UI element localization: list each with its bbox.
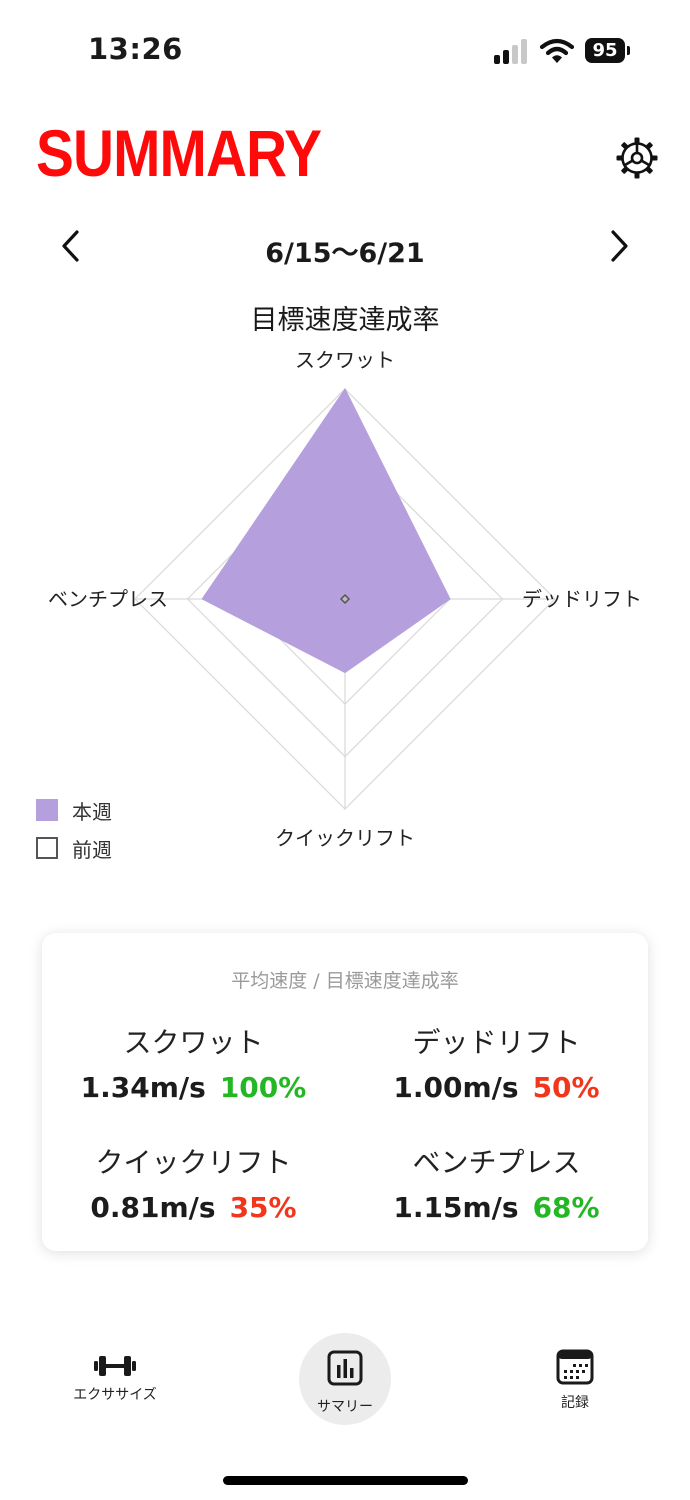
bar-chart-icon <box>327 1350 363 1386</box>
cellular-signal-icon <box>494 38 530 64</box>
stat-values: 1.15m/s 68% <box>345 1191 648 1224</box>
wifi-icon <box>540 38 574 63</box>
stat-values: 0.81m/s 35% <box>42 1191 345 1224</box>
stat-rate: 50% <box>532 1071 600 1104</box>
stat-name: スクワット <box>123 1026 264 1059</box>
battery-indicator: 95 <box>585 38 625 63</box>
stat-rate: 68% <box>532 1191 600 1224</box>
battery-tip <box>627 46 630 55</box>
chart-title: 目標速度達成率 <box>250 305 440 336</box>
summary-card-title: 平均速度 / 目標速度達成率 <box>231 970 459 992</box>
tab-label: エクササイズ <box>73 1387 157 1403</box>
stat-name: デッドリフト <box>412 1026 581 1059</box>
calendar-icon <box>556 1349 594 1385</box>
dumbbell-icon <box>94 1356 136 1376</box>
tab-exercise[interactable]: エクササイズ <box>55 1352 175 1404</box>
status-time: 13:26 <box>88 32 183 66</box>
stat-rate: 100% <box>219 1071 307 1104</box>
stat-values: 1.34m/s 100% <box>42 1071 345 1104</box>
radar-axis-label: デッドリフト <box>522 587 642 611</box>
legend-label-last-week: 前週 <box>72 837 112 862</box>
stat-quicklift: クイックリフト 0.81m/s 35% <box>42 1141 345 1224</box>
radar-axis-label: ベンチプレス <box>48 587 168 611</box>
legend-label-this-week: 本週 <box>72 799 112 824</box>
stat-rate: 35% <box>229 1191 297 1224</box>
tab-label: 記録 <box>561 1395 589 1411</box>
home-indicator <box>223 1476 468 1485</box>
stat-values: 1.00m/s 50% <box>345 1071 648 1104</box>
date-range-label: 6/15～6/21 <box>265 238 425 269</box>
legend-this-week: 本週 <box>36 798 112 824</box>
chevron-right-icon[interactable] <box>604 226 634 266</box>
tab-records[interactable]: 記録 <box>535 1348 615 1412</box>
legend-swatch-this-week <box>36 799 58 821</box>
stat-speed: 1.34m/s <box>80 1071 206 1104</box>
stat-speed: 1.15m/s <box>393 1191 519 1224</box>
gear-icon[interactable] <box>614 135 660 181</box>
page-title: SUMMARY <box>36 116 322 190</box>
stat-name: ベンチプレス <box>412 1146 581 1179</box>
stat-speed: 0.81m/s <box>90 1191 216 1224</box>
legend-swatch-last-week <box>36 837 58 859</box>
radar-axis-label: スクワット <box>295 348 395 372</box>
stat-benchpress: ベンチプレス 1.15m/s 68% <box>345 1141 648 1224</box>
tab-label: サマリー <box>317 1399 373 1415</box>
stat-deadlift: デッドリフト 1.00m/s 50% <box>345 1021 648 1104</box>
legend-last-week: 前週 <box>36 836 112 862</box>
summary-card: 平均速度 / 目標速度達成率 スクワット 1.34m/s 100% デッドリフト … <box>42 933 648 1251</box>
radar-axis-label: クイックリフト <box>275 826 415 850</box>
stat-squat: スクワット 1.34m/s 100% <box>42 1021 345 1104</box>
stat-speed: 1.00m/s <box>393 1071 519 1104</box>
tab-summary[interactable]: サマリー <box>299 1350 391 1416</box>
radar-series-this-week <box>201 388 451 674</box>
stat-name: クイックリフト <box>95 1146 292 1179</box>
